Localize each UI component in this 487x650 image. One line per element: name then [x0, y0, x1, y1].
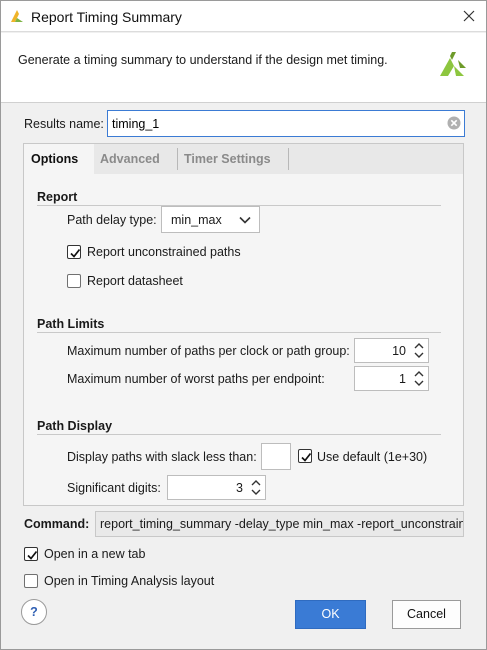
- spinner-arrows-icon[interactable]: [413, 341, 425, 360]
- path-display-section-title: Path Display: [37, 419, 113, 433]
- open-timing-layout-label: Open in Timing Analysis layout: [44, 574, 215, 588]
- significant-digits-value: 3: [236, 481, 243, 495]
- header-description: Generate a timing summary to understand …: [18, 53, 388, 67]
- tab-advanced-label: Advanced: [100, 152, 160, 166]
- report-section-title: Report: [37, 190, 78, 204]
- title-bar: Report Timing Summary: [1, 1, 486, 32]
- report-datasheet-checkbox[interactable]: [67, 274, 81, 288]
- dialog-header: Generate a timing summary to understand …: [1, 33, 486, 103]
- checkmark-icon: [27, 550, 38, 560]
- results-name-label: Results name:: [24, 117, 104, 131]
- results-name-input[interactable]: [107, 110, 465, 137]
- slack-threshold-input[interactable]: [261, 443, 291, 470]
- worst-paths-spinner[interactable]: 1: [354, 366, 429, 391]
- path-delay-type-select[interactable]: min_max: [161, 206, 260, 233]
- open-new-tab-label: Open in a new tab: [44, 547, 146, 561]
- report-datasheet-label: Report datasheet: [87, 274, 183, 288]
- close-button[interactable]: [458, 5, 480, 27]
- tab-options-label: Options: [31, 152, 79, 166]
- max-paths-spinner[interactable]: 10: [354, 338, 429, 363]
- checkmark-icon: [70, 248, 81, 258]
- window-title: Report Timing Summary: [31, 9, 182, 25]
- open-new-tab-checkbox[interactable]: [24, 547, 38, 561]
- report-unconstrained-checkbox[interactable]: [67, 245, 81, 259]
- tab-timer-settings-label: Timer Settings: [184, 152, 271, 166]
- section-divider: [37, 434, 441, 435]
- report-unconstrained-label: Report unconstrained paths: [87, 245, 241, 259]
- spinner-arrows-icon[interactable]: [413, 369, 425, 388]
- use-default-checkbox[interactable]: [298, 449, 312, 463]
- tab-divider: [288, 148, 289, 170]
- chevron-down-icon: [239, 216, 251, 224]
- checkmark-icon: [301, 452, 312, 462]
- tab-timer-settings[interactable]: Timer Settings: [184, 144, 271, 174]
- command-text[interactable]: report_timing_summary -delay_type min_ma…: [95, 511, 464, 537]
- clear-icon[interactable]: [447, 116, 461, 130]
- slack-threshold-label: Display paths with slack less than:: [67, 450, 257, 464]
- report-timing-summary-dialog: Report Timing Summary Generate a timing …: [0, 0, 487, 650]
- max-paths-value: 10: [392, 344, 406, 358]
- spinner-arrows-icon[interactable]: [250, 478, 262, 497]
- path-delay-type-value: min_max: [171, 213, 222, 227]
- tab-strip: Options Advanced Timer Settings: [24, 144, 463, 174]
- vivado-app-icon: [11, 10, 23, 22]
- tab-divider: [177, 148, 178, 170]
- worst-paths-label: Maximum number of worst paths per endpoi…: [67, 372, 325, 386]
- tab-options[interactable]: Options: [24, 144, 94, 174]
- ok-button[interactable]: OK: [295, 600, 366, 629]
- close-icon: [463, 10, 475, 22]
- cancel-button[interactable]: Cancel: [392, 600, 461, 629]
- significant-digits-spinner[interactable]: 3: [167, 475, 266, 500]
- use-default-label: Use default (1e+30): [317, 450, 428, 464]
- open-timing-layout-checkbox[interactable]: [24, 574, 38, 588]
- command-label: Command:: [24, 517, 90, 531]
- max-paths-label: Maximum number of paths per clock or pat…: [67, 344, 350, 358]
- tab-advanced[interactable]: Advanced: [100, 144, 160, 174]
- xilinx-logo-icon: [440, 52, 466, 76]
- section-divider: [37, 332, 441, 333]
- path-limits-section-title: Path Limits: [37, 317, 105, 331]
- path-delay-type-label: Path delay type:: [67, 213, 157, 227]
- significant-digits-label: Significant digits:: [67, 481, 161, 495]
- help-button[interactable]: ?: [21, 599, 47, 625]
- worst-paths-value: 1: [399, 372, 406, 386]
